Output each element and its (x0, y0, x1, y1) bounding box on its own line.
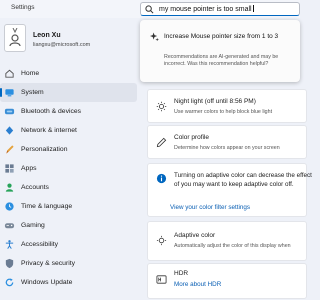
adaptive-color-card[interactable]: Adaptive color Automatically adjust the … (147, 221, 307, 261)
night-light-card[interactable]: Night light (off until 8:56 PM) Use warm… (147, 89, 307, 123)
home-icon (5, 69, 14, 78)
sidebar-item-time-language[interactable]: Time & language (0, 197, 137, 216)
apps-icon (5, 164, 14, 173)
adaptive-color-info-card: Turning on adaptive color can decrease t… (147, 163, 312, 217)
sidebar-item-home[interactable]: Home (0, 64, 137, 83)
sidebar-item-privacy[interactable]: Privacy & security (0, 254, 137, 273)
sidebar-item-label: Network & internet (21, 127, 77, 134)
time-icon (5, 202, 14, 211)
sun-icon (156, 101, 167, 112)
user-badge-icon (9, 28, 21, 47)
search-suggestion-panel: Increase Mouse pointer size from 1 to 3 … (140, 20, 300, 82)
more-about-hdr-link[interactable]: More about HDR (174, 281, 221, 288)
night-light-title: Night light (off until 8:56 PM) (174, 98, 256, 105)
suggestion-item[interactable]: Increase Mouse pointer size from 1 to 3 (164, 33, 278, 40)
sidebar-item-label: Privacy & security (21, 260, 76, 267)
brightness-icon (156, 235, 167, 246)
sidebar-item-label: Bluetooth & devices (21, 108, 82, 115)
sidebar-item-label: Windows Update (21, 279, 73, 286)
active-indicator (0, 88, 2, 97)
sidebar-item-label: Apps (21, 165, 37, 172)
color-profile-title: Color profile (174, 134, 210, 141)
user-profile[interactable]: Leon Xu liangxu@microsoft.com (0, 18, 140, 58)
accounts-icon (5, 183, 14, 192)
sidebar-item-apps[interactable]: Apps (0, 159, 137, 178)
info-icon (156, 173, 167, 184)
hdr-title: HDR (174, 270, 189, 277)
sidebar-item-accessibility[interactable]: Accessibility (0, 235, 137, 254)
hdr-card[interactable]: HDR More about HDR (147, 263, 307, 299)
suggestion-disclaimer: Recommendations are AI-generated and may… (164, 54, 279, 67)
search-input-value: my mouse pointer is too small (159, 5, 254, 13)
search-area: my mouse pointer is too small (140, 0, 300, 18)
avatar (4, 24, 26, 52)
sidebar-item-label: Personalization (21, 146, 68, 153)
sidebar-item-label: Home (21, 70, 40, 77)
sidebar-item-bluetooth[interactable]: Bluetooth & devices (0, 102, 137, 121)
search-input[interactable]: my mouse pointer is too small (140, 2, 300, 16)
sidebar-item-network[interactable]: Network & internet (0, 121, 137, 140)
gaming-icon (4, 223, 15, 229)
color-filter-settings-link[interactable]: View your color filter settings (170, 204, 250, 211)
sidebar: Leon Xu liangxu@microsoft.com Home Syste… (0, 18, 140, 300)
sidebar-item-accounts[interactable]: Accounts (0, 178, 137, 197)
app-title: Settings (11, 4, 35, 11)
sidebar-item-personalization[interactable]: Personalization (0, 140, 137, 159)
user-email: liangxu@microsoft.com (33, 42, 91, 48)
sidebar-item-label: Accessibility (21, 241, 59, 248)
brush-icon (6, 145, 14, 154)
sidebar-item-system[interactable]: System (0, 83, 137, 102)
sidebar-item-label: Time & language (21, 203, 73, 210)
user-name: Leon Xu (33, 32, 61, 39)
adaptive-color-desc: Automatically adjust the color of this d… (174, 243, 291, 249)
adaptive-color-title: Adaptive color (174, 232, 216, 239)
sidebar-item-label: Accounts (21, 184, 49, 191)
color-profile-desc: Determine how colors appear on your scre… (174, 145, 280, 151)
system-icon (5, 89, 14, 97)
sidebar-item-gaming[interactable]: Gaming (0, 216, 137, 235)
sparkle-icon (150, 32, 159, 41)
nav-list: Home System Bluetooth & devices Network … (0, 64, 140, 292)
pen-icon (156, 137, 167, 148)
info-message: Turning on adaptive color can decrease t… (174, 172, 312, 188)
accessibility-icon (5, 240, 14, 249)
color-profile-card[interactable]: Color profile Determine how colors appea… (147, 125, 307, 159)
search-icon (145, 5, 154, 14)
main-content: Night light (off until 8:56 PM) Use warm… (140, 84, 312, 300)
sidebar-item-label: Gaming (21, 222, 45, 229)
text-caret (252, 5, 254, 12)
sidebar-item-label: System (21, 89, 44, 96)
update-icon (5, 278, 14, 287)
network-icon (5, 126, 14, 135)
shield-icon (5, 258, 14, 269)
bluetooth-icon (4, 108, 15, 115)
hdr-icon (156, 275, 167, 284)
night-light-desc: Use warmer colors to help block blue lig… (174, 109, 273, 115)
sidebar-item-windows-update[interactable]: Windows Update (0, 273, 137, 292)
